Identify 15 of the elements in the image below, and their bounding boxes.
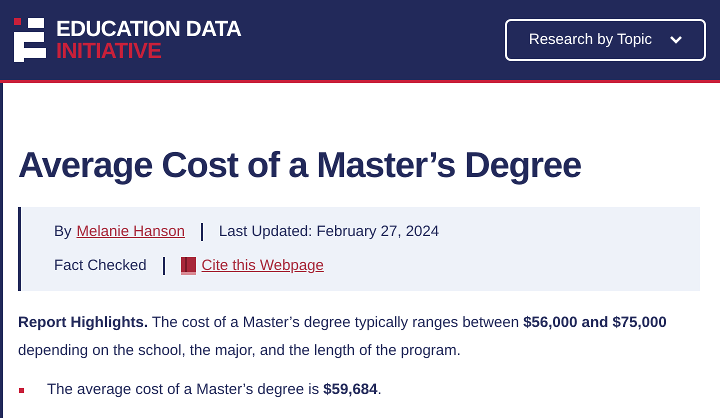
chevron-down-icon	[670, 36, 682, 44]
logo-icon	[14, 18, 48, 62]
bullet-icon	[19, 388, 24, 393]
byline-label: By	[54, 222, 72, 242]
bullet-text: The average cost of a Master’s degree is $59,684.	[47, 380, 382, 400]
cite-link[interactable]: Cite this Webpage	[202, 255, 324, 278]
last-updated: Last Updated: February 27, 2024	[218, 222, 440, 242]
fact-checked-label: Fact Checked	[54, 256, 147, 276]
logo-subtitle: INITIATIVE	[56, 40, 162, 62]
book-icon	[180, 257, 196, 276]
author-link[interactable]: Melanie Hanson	[76, 220, 185, 243]
report-highlights-text: Report Highlights. The cost of a Master’s degree typically ranges between $56,000 and $75,000 depending on the school, the major, and the length of the program.	[18, 313, 668, 361]
logo-title: EDUCATION DATA	[56, 18, 242, 40]
page-title: Average Cost of a Master’s Degree	[18, 143, 582, 187]
research-by-topic-button[interactable]: Research by Topic	[504, 19, 706, 61]
